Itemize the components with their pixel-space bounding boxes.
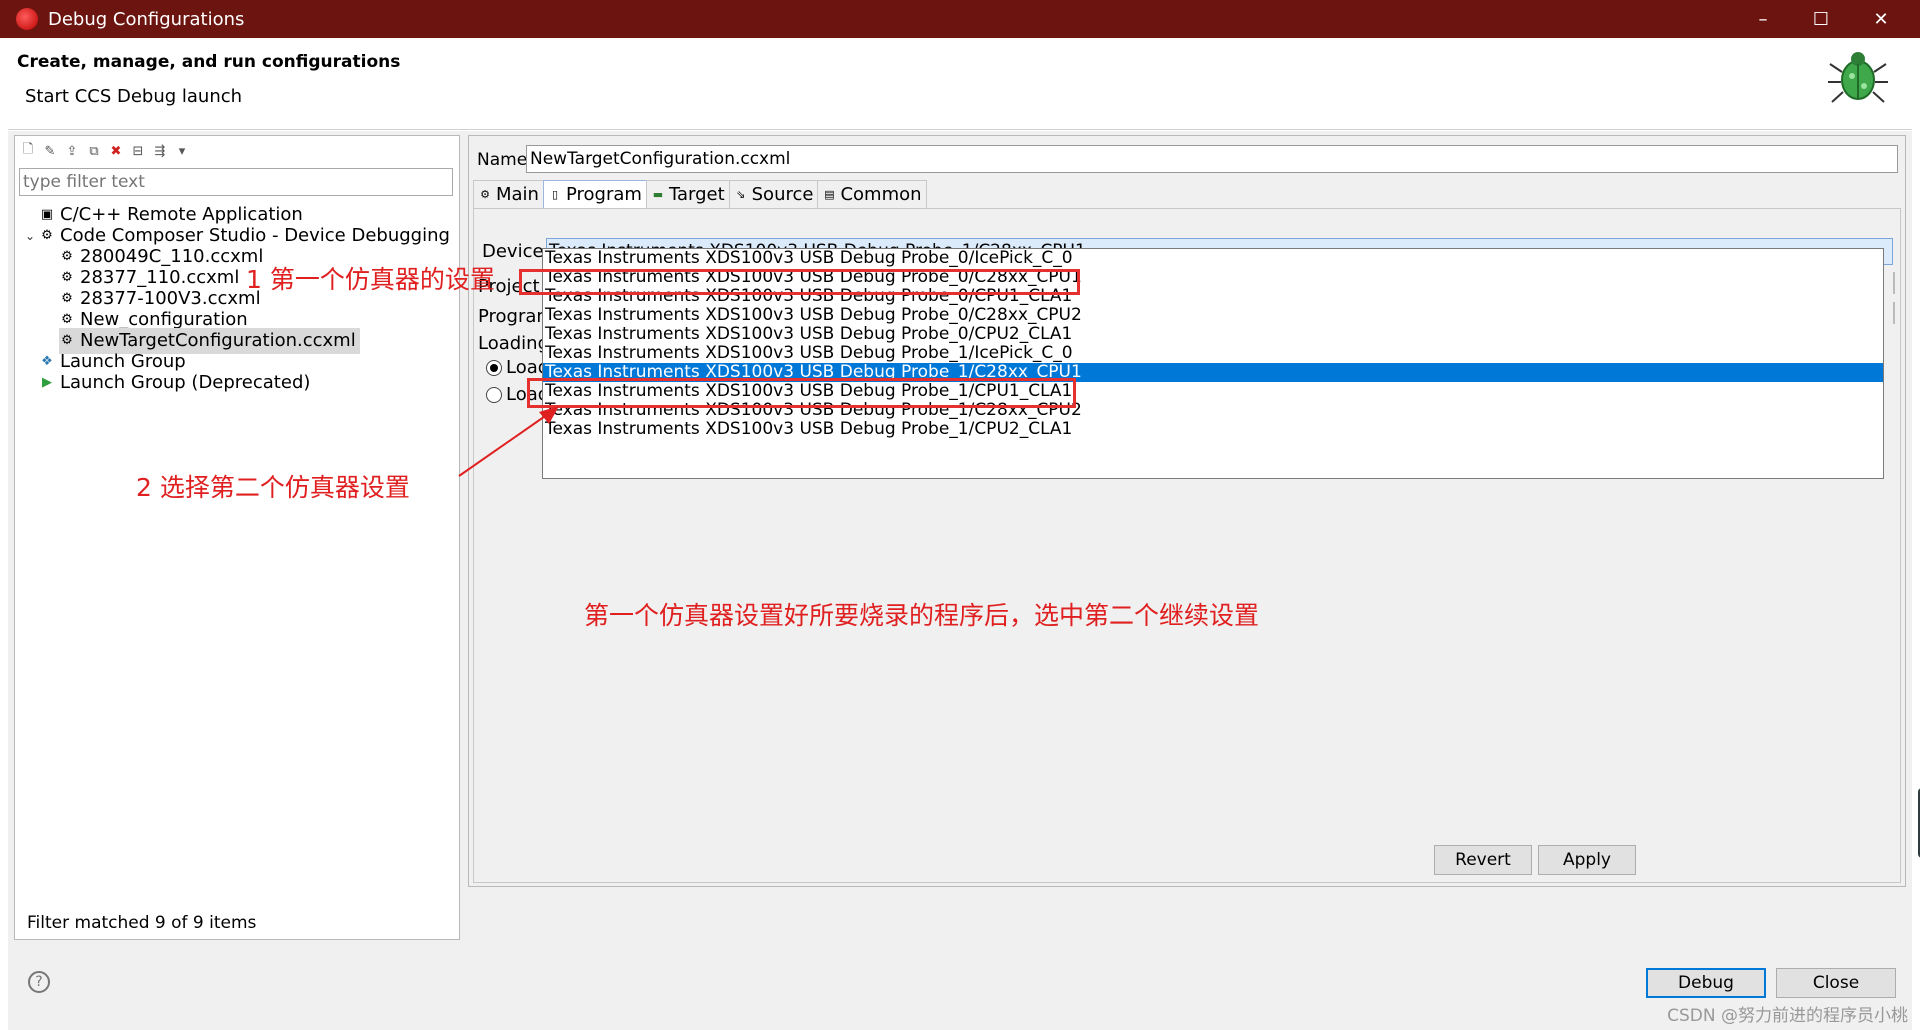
revert-button[interactable]: Revert: [1434, 845, 1532, 875]
filter-input[interactable]: [19, 168, 453, 196]
target-config-icon: ⚙: [61, 333, 73, 348]
target-config-icon: ⚙: [61, 249, 73, 264]
launch-group-deprecated-icon: ▶: [42, 375, 52, 390]
annotation-arrow-icon: [458, 406, 559, 477]
device-option[interactable]: Texas Instruments XDS100v3 USB Debug Pro…: [543, 344, 1883, 363]
tab-target[interactable]: ▬ Target: [645, 180, 730, 208]
device-option[interactable]: Texas Instruments XDS100v3 USB Debug Pro…: [543, 249, 1883, 268]
bug-banner-icon: [1828, 52, 1888, 103]
view-menu-icon[interactable]: ▾: [173, 142, 191, 160]
minimize-button[interactable]: –: [1734, 0, 1792, 38]
device-label: Device: [482, 241, 544, 262]
tab-main[interactable]: ⚙ Main: [473, 180, 544, 208]
header-title: Create, manage, and run configurations: [17, 52, 401, 72]
tab-program[interactable]: ▯ Program: [542, 180, 647, 208]
launch-group-icon: ❖: [41, 354, 53, 369]
annotation-box-probe0: [519, 269, 1080, 295]
device-option[interactable]: Texas Instruments XDS100v3 USB Debug Pro…: [543, 306, 1883, 325]
config-tabs: ⚙ Main ▯ Program ▬ Target ⇘ Source ▤ Com…: [473, 180, 927, 208]
name-field[interactable]: [526, 145, 1898, 173]
common-tab-icon: ▤: [824, 188, 835, 201]
target-config-icon: ⚙: [61, 291, 73, 306]
apply-button[interactable]: Apply: [1538, 845, 1636, 875]
ccs-debug-icon: ⚙: [41, 228, 53, 243]
annotation-note-3: 第一个仿真器设置好所要烧录的程序后，选中第二个继续设置: [584, 601, 1260, 630]
duplicate-icon[interactable]: ⧉: [85, 142, 103, 160]
new-config-icon[interactable]: 🗋: [19, 142, 37, 160]
title-bar: Debug Configurations – ☐ ✕: [0, 0, 1920, 38]
device-option[interactable]: Texas Instruments XDS100v3 USB Debug Pro…: [543, 420, 1883, 439]
dialog-header: Create, manage, and run configurations S…: [8, 38, 1912, 130]
program-field-edge[interactable]: [1893, 302, 1895, 324]
main-tab-icon: ⚙: [480, 188, 490, 201]
launch-config-toolbar: 🗋 ✎ ⇪ ⧉ ✖ ⊟ ⇶ ▾: [19, 140, 191, 162]
tab-source[interactable]: ⇘ Source: [728, 180, 819, 208]
name-label: Name:: [477, 150, 533, 170]
delete-icon[interactable]: ✖: [107, 142, 125, 160]
close-button[interactable]: Close: [1776, 968, 1896, 998]
target-config-icon: ⚙: [61, 270, 73, 285]
export-icon[interactable]: ⇪: [63, 142, 81, 160]
program-tab-icon: ▯: [551, 188, 559, 201]
help-icon[interactable]: ?: [28, 971, 50, 993]
target-config-icon: ⚙: [61, 312, 73, 327]
maximize-button[interactable]: ☐: [1792, 0, 1850, 38]
source-tab-icon: ⇘: [736, 188, 746, 201]
filter-status: Filter matched 9 of 9 items: [27, 913, 257, 933]
debug-button[interactable]: Debug: [1646, 968, 1766, 998]
watermark: CSDN @努力前进的程序员小桃: [1667, 1006, 1908, 1026]
new-prototype-icon[interactable]: ✎: [41, 142, 59, 160]
annotation-note-1: 1 第一个仿真器的设置: [246, 265, 495, 294]
collapse-all-icon[interactable]: ⊟: [129, 142, 147, 160]
loading-label: Loading: [478, 333, 550, 354]
cpp-remote-icon: ▣: [40, 207, 54, 222]
debug-bug-icon: [16, 8, 38, 30]
annotation-box-probe1: [527, 378, 1076, 408]
project-field-edge[interactable]: [1893, 272, 1895, 294]
filter-icon[interactable]: ⇶: [151, 142, 169, 160]
load-option-1-radio[interactable]: [486, 360, 502, 376]
annotation-note-2: 2 选择第二个仿真器设置: [136, 473, 410, 502]
chevron-down-icon[interactable]: ⌄: [25, 223, 39, 249]
tab-common[interactable]: ▤ Common: [817, 180, 927, 208]
close-window-button[interactable]: ✕: [1852, 0, 1910, 38]
configuration-list-panel: 🗋 ✎ ⇪ ⧉ ✖ ⊟ ⇶ ▾ ▣ C/C++ Remote Applicati…: [14, 135, 460, 940]
window-title: Debug Configurations: [48, 8, 245, 30]
tree-item-launch-group-deprecated[interactable]: ▶ Launch Group (Deprecated): [39, 370, 310, 396]
header-subtitle: Start CCS Debug launch: [25, 86, 243, 107]
device-option[interactable]: Texas Instruments XDS100v3 USB Debug Pro…: [543, 325, 1883, 344]
target-tab-icon: ▬: [652, 188, 664, 201]
